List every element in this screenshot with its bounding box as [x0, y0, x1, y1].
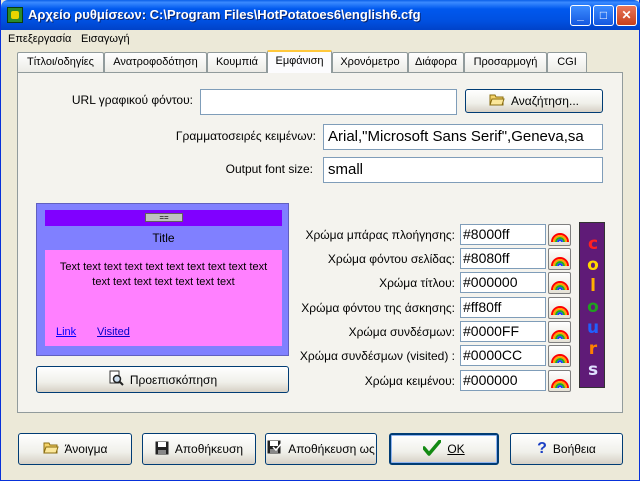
preview-nav-button: == — [145, 213, 183, 222]
preview-button[interactable]: Προεπισκόπηση — [36, 366, 289, 393]
color-value-input[interactable]: #8000ff — [460, 224, 546, 245]
tab-other[interactable]: Διάφορα — [408, 52, 464, 72]
bg-url-label: URL γραφικού φόντου: — [71, 93, 193, 107]
color-label: Χρώμα τίτλου: — [379, 276, 455, 290]
preview-button-label: Προεπισκόπηση — [129, 372, 218, 387]
rainbow-icon — [551, 233, 569, 243]
save-button[interactable]: Αποθήκευση — [142, 433, 256, 465]
color-picker-button[interactable] — [548, 248, 571, 270]
colours-logo-letter: c — [587, 234, 599, 254]
color-picker-button[interactable] — [548, 370, 571, 392]
folder-open-icon — [489, 93, 505, 109]
tab-titles-instructions[interactable]: Τίτλοι/οδηγίες — [17, 52, 104, 72]
settings-window: Αρχείο ρυθμίσεων: C:\Program Files\HotPo… — [0, 0, 640, 481]
color-picker-button[interactable] — [548, 297, 571, 319]
color-value-input[interactable]: #000000 — [460, 272, 546, 293]
color-value-input[interactable]: #8080ff — [460, 248, 546, 269]
fonts-input[interactable]: Arial,"Microsoft Sans Serif",Geneva,sa — [323, 124, 603, 150]
colours-logo-letter: o — [587, 297, 599, 317]
help-button[interactable]: ? Βοήθεια — [510, 433, 623, 465]
color-value-input[interactable]: #ff80ff — [460, 297, 546, 318]
color-picker-button[interactable] — [548, 321, 571, 343]
browse-button-label: Αναζήτηση... — [511, 94, 579, 108]
menu-bar: Επεξεργασία Εισαγωγή — [2, 30, 639, 49]
minimize-button[interactable]: _ — [570, 5, 591, 26]
tab-buttons[interactable]: Κουμπιά — [207, 52, 267, 72]
menu-insert[interactable]: Εισαγωγή — [81, 33, 130, 45]
color-value-input[interactable]: #0000CC — [460, 345, 546, 366]
color-label: Χρώμα μπάρας πλοήγησης: — [305, 228, 455, 242]
checkmark-icon — [422, 438, 443, 459]
tab-cgi[interactable]: CGI — [547, 52, 587, 72]
open-button-label: Άνοιγμα — [64, 442, 108, 456]
color-label: Χρώμα φόντου σελίδας: — [327, 252, 455, 266]
preview-link: Link — [56, 326, 77, 338]
hotpotatoes-app-icon — [7, 7, 23, 23]
preview-visited-link: Visited — [97, 326, 130, 338]
close-button[interactable]: ✕ — [616, 5, 637, 26]
colours-logo-letter: r — [588, 339, 598, 359]
tab-appearance[interactable]: Εμφάνιση — [267, 50, 332, 73]
magnifier-page-icon — [108, 370, 124, 389]
rainbow-icon — [551, 354, 569, 364]
preview-body-text: Text text text text text text text text … — [59, 261, 268, 288]
color-value-input[interactable]: #000000 — [460, 370, 546, 391]
ok-button[interactable]: OK — [389, 433, 499, 465]
color-label: Χρώμα φόντου της άσκησης: — [301, 301, 455, 315]
rainbow-icon — [551, 306, 569, 316]
ok-button-label: OK — [447, 442, 465, 456]
rainbow-icon — [551, 330, 569, 340]
folder-open-icon — [42, 441, 59, 457]
help-button-label: Βοήθεια — [552, 442, 596, 456]
font-size-label: Output font size: — [225, 162, 313, 176]
browse-button[interactable]: Αναζήτηση... — [465, 89, 603, 113]
appearance-preview: == Title Text text text text text text t… — [36, 203, 289, 356]
rainbow-icon — [551, 257, 569, 267]
rainbow-icon — [551, 281, 569, 291]
save-button-label: Αποθήκευση — [174, 442, 244, 456]
fonts-label: Γραμματοσειρές κειμένων: — [175, 129, 316, 143]
colours-logo-letter: l — [590, 276, 596, 296]
colours-logo-letter: o — [587, 255, 599, 275]
menu-edit[interactable]: Επεξεργασία — [8, 33, 71, 45]
save-as-button[interactable]: Αποθήκευση ως — [265, 433, 377, 465]
colours-logo-letter: u — [586, 318, 600, 338]
font-size-input[interactable]: small — [323, 157, 603, 183]
floppy-disk-save-as-icon — [267, 440, 282, 458]
preview-title: Title — [152, 231, 175, 245]
color-label: Χρώμα συνδέσμων: — [348, 325, 455, 339]
maximize-button[interactable]: □ — [593, 5, 614, 26]
color-value-input[interactable]: #0000FF — [460, 321, 546, 342]
preview-exercise-area: Text text text text text text text text … — [45, 250, 282, 346]
tab-feedback[interactable]: Ανατροφοδότηση — [104, 52, 207, 72]
preview-navbar: == — [45, 210, 282, 226]
colours-logo: colours — [579, 222, 605, 388]
save-as-button-label: Αποθήκευση ως — [288, 442, 375, 456]
title-bar[interactable]: Αρχείο ρυθμίσεων: C:\Program Files\HotPo… — [1, 0, 640, 30]
open-button[interactable]: Άνοιγμα — [18, 433, 132, 465]
tab-custom[interactable]: Προσαρμογή — [464, 52, 547, 72]
color-picker-button[interactable] — [548, 272, 571, 294]
bg-url-input[interactable] — [200, 89, 457, 115]
color-label: Χρώμα κειμένου: — [364, 374, 455, 388]
question-mark-icon: ? — [537, 440, 547, 457]
floppy-disk-icon — [155, 441, 169, 458]
tab-timer[interactable]: Χρονόμετρο — [332, 52, 408, 72]
color-label: Χρώμα συνδέσμων (visited) : — [299, 349, 455, 363]
colours-logo-letter: s — [587, 360, 599, 380]
color-picker-button[interactable] — [548, 345, 571, 367]
color-picker-button[interactable] — [548, 224, 571, 246]
rainbow-icon — [551, 379, 569, 389]
window-title: Αρχείο ρυθμίσεων: C:\Program Files\HotPo… — [28, 7, 421, 22]
